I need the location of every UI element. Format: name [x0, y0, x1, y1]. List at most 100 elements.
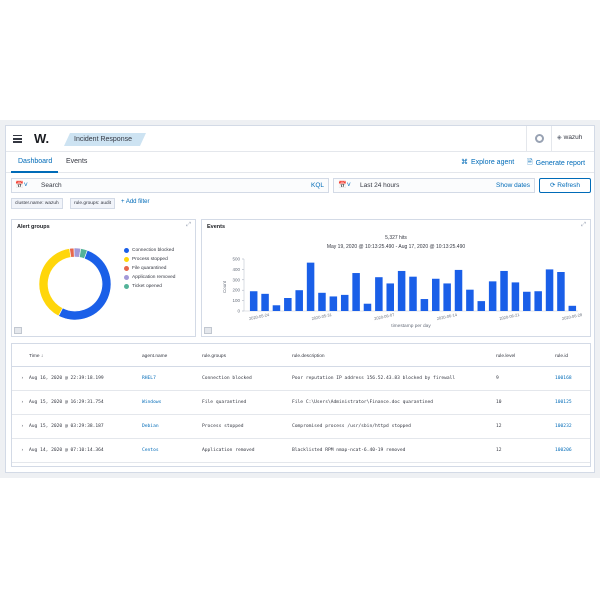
kql-toggle[interactable]: KQL [311, 182, 324, 189]
bar[interactable] [295, 290, 303, 311]
cell-agent-name[interactable]: Centos [142, 448, 159, 453]
legend-dot [124, 248, 129, 253]
events-hits: 5,327 hits [385, 235, 407, 241]
tab-events[interactable]: Events [66, 158, 87, 165]
cell-rule-level: 12 [496, 448, 502, 453]
x-tick-label: 2020-06-21 [499, 312, 521, 321]
cell-rule-id[interactable]: 100125 [555, 400, 572, 405]
saved-query-icon[interactable]: 📅˅ [15, 181, 28, 189]
tab-bar: Dashboard Events ⌘ Explore agent 🗎 Gener… [6, 153, 594, 173]
bar[interactable] [454, 269, 463, 311]
hamburger-menu-icon[interactable] [13, 135, 22, 143]
cell-agent-name[interactable]: RHEL7 [142, 376, 156, 381]
cell-rule-level: 10 [496, 400, 502, 405]
table-row[interactable]: › Aug 15, 2020 @ 16:29:31.754 Windows File … [12, 391, 590, 415]
table-row[interactable]: › Aug 16, 2020 @ 22:39:18.199 RHEL7 Connect… [12, 367, 590, 391]
col-header-rule-groups[interactable]: rule.groups [202, 354, 226, 359]
bar[interactable] [443, 283, 451, 311]
x-tick-label: 2020-06-14 [436, 312, 458, 321]
breadcrumb-incident-response[interactable]: Incident Response [64, 133, 146, 146]
cell-rule-id[interactable]: 100232 [555, 424, 572, 429]
legend-item[interactable]: Application removed [124, 275, 175, 280]
explore-agent-link[interactable]: ⌘ Explore agent [461, 158, 514, 167]
cell-rule-description: File C:\Users\Administrator\Finance.doc … [292, 400, 434, 405]
bar[interactable] [523, 291, 531, 311]
bar[interactable] [318, 292, 326, 311]
expand-row-icon[interactable]: › [21, 424, 24, 429]
expand-row-icon[interactable]: › [21, 400, 24, 405]
donut-slice[interactable] [38, 248, 72, 317]
legend-dot [124, 275, 129, 280]
col-header-rule-level[interactable]: rule.level [496, 354, 515, 359]
legend-label: File quarantined [132, 266, 167, 271]
calendar-icon[interactable]: 📅˅ [338, 181, 351, 189]
bar[interactable] [488, 281, 497, 311]
legend-item[interactable]: Connection blocked [124, 248, 174, 253]
expand-row-icon[interactable]: › [21, 376, 24, 381]
bar[interactable] [511, 282, 520, 311]
user-menu[interactable]: ◈ wazuh [557, 134, 582, 141]
col-header-agent-name[interactable]: agent.name [142, 354, 167, 359]
events-range: May 19, 2020 @ 10:13:25.490 - Aug 17, 20… [326, 244, 466, 250]
col-header-time[interactable]: Time ↓ [29, 354, 43, 359]
bar[interactable] [545, 269, 554, 311]
legend-item[interactable]: File quarantined [124, 266, 166, 271]
bar[interactable] [306, 262, 315, 311]
table-row[interactable]: › Aug 15, 2020 @ 03:29:38.187 Debian Proces… [12, 415, 590, 439]
bar[interactable] [363, 303, 372, 311]
bar[interactable] [477, 301, 486, 311]
settings-icon[interactable] [535, 134, 544, 143]
y-axis-label: Count [222, 280, 227, 293]
x-tick-label: 2020-05-31 [311, 312, 333, 321]
bar[interactable] [352, 273, 360, 311]
col-header-rule-description[interactable]: rule.description [292, 354, 325, 359]
cell-rule-id[interactable]: 100206 [555, 448, 572, 453]
bar[interactable] [249, 291, 258, 311]
bar[interactable] [329, 296, 338, 311]
donut-slice[interactable] [58, 249, 112, 321]
header-divider [526, 126, 527, 152]
cell-rule-groups: Process stopped [202, 424, 244, 429]
bar[interactable] [261, 293, 269, 311]
table-row[interactable]: › Aug 14, 2020 @ 07:10:14.364 Centos Applic… [12, 439, 590, 463]
legend-toggle-icon[interactable] [204, 327, 212, 334]
show-dates-link[interactable]: Show dates [496, 182, 530, 189]
bar[interactable] [272, 305, 281, 311]
bar[interactable] [386, 283, 394, 311]
col-header-rule-id[interactable]: rule.id [555, 354, 568, 359]
legend-item[interactable]: Process stopped [124, 257, 168, 262]
filter-pill-cluster[interactable]: cluster.name: wazuh [11, 198, 63, 209]
bar[interactable] [284, 298, 292, 311]
expand-icon[interactable]: ⤢ [186, 222, 191, 229]
cell-agent-name[interactable]: Windows [142, 400, 161, 405]
bar[interactable] [466, 289, 474, 311]
bar[interactable] [500, 270, 508, 311]
search-bar[interactable]: 📅˅ Search KQL [11, 178, 329, 193]
bar[interactable] [397, 270, 406, 311]
legend-item[interactable]: Ticket opened [124, 284, 162, 289]
cell-agent-name[interactable]: Debian [142, 424, 159, 429]
cell-rule-id[interactable]: 100168 [555, 376, 572, 381]
search-input[interactable]: Search [41, 182, 62, 189]
bar[interactable] [340, 294, 349, 311]
tab-dashboard[interactable]: Dashboard [18, 158, 52, 165]
cell-rule-groups: File quarantined [202, 400, 247, 405]
wazuh-logo[interactable]: W. [34, 131, 49, 146]
refresh-button[interactable]: ⟳ Refresh [539, 178, 591, 193]
bar[interactable] [557, 272, 565, 311]
cell-rule-groups: Connection blocked [202, 376, 252, 381]
expand-row-icon[interactable]: › [21, 448, 24, 453]
bar[interactable] [420, 299, 429, 311]
date-picker[interactable]: 📅˅ Last 24 hours Show dates [333, 178, 535, 193]
bar[interactable] [432, 278, 440, 311]
add-filter-button[interactable]: + Add filter [121, 199, 150, 205]
bar[interactable] [534, 291, 542, 311]
legend-toggle-icon[interactable] [14, 327, 22, 334]
bar[interactable] [409, 276, 417, 311]
date-range[interactable]: Last 24 hours [360, 182, 399, 189]
generate-report-link[interactable]: 🗎 Generate report [527, 158, 585, 169]
expand-icon[interactable]: ⤢ [581, 222, 586, 229]
bar[interactable] [375, 277, 383, 311]
filter-pill-rule-groups[interactable]: rule.groups: audit [70, 198, 116, 209]
bar[interactable] [568, 305, 577, 311]
